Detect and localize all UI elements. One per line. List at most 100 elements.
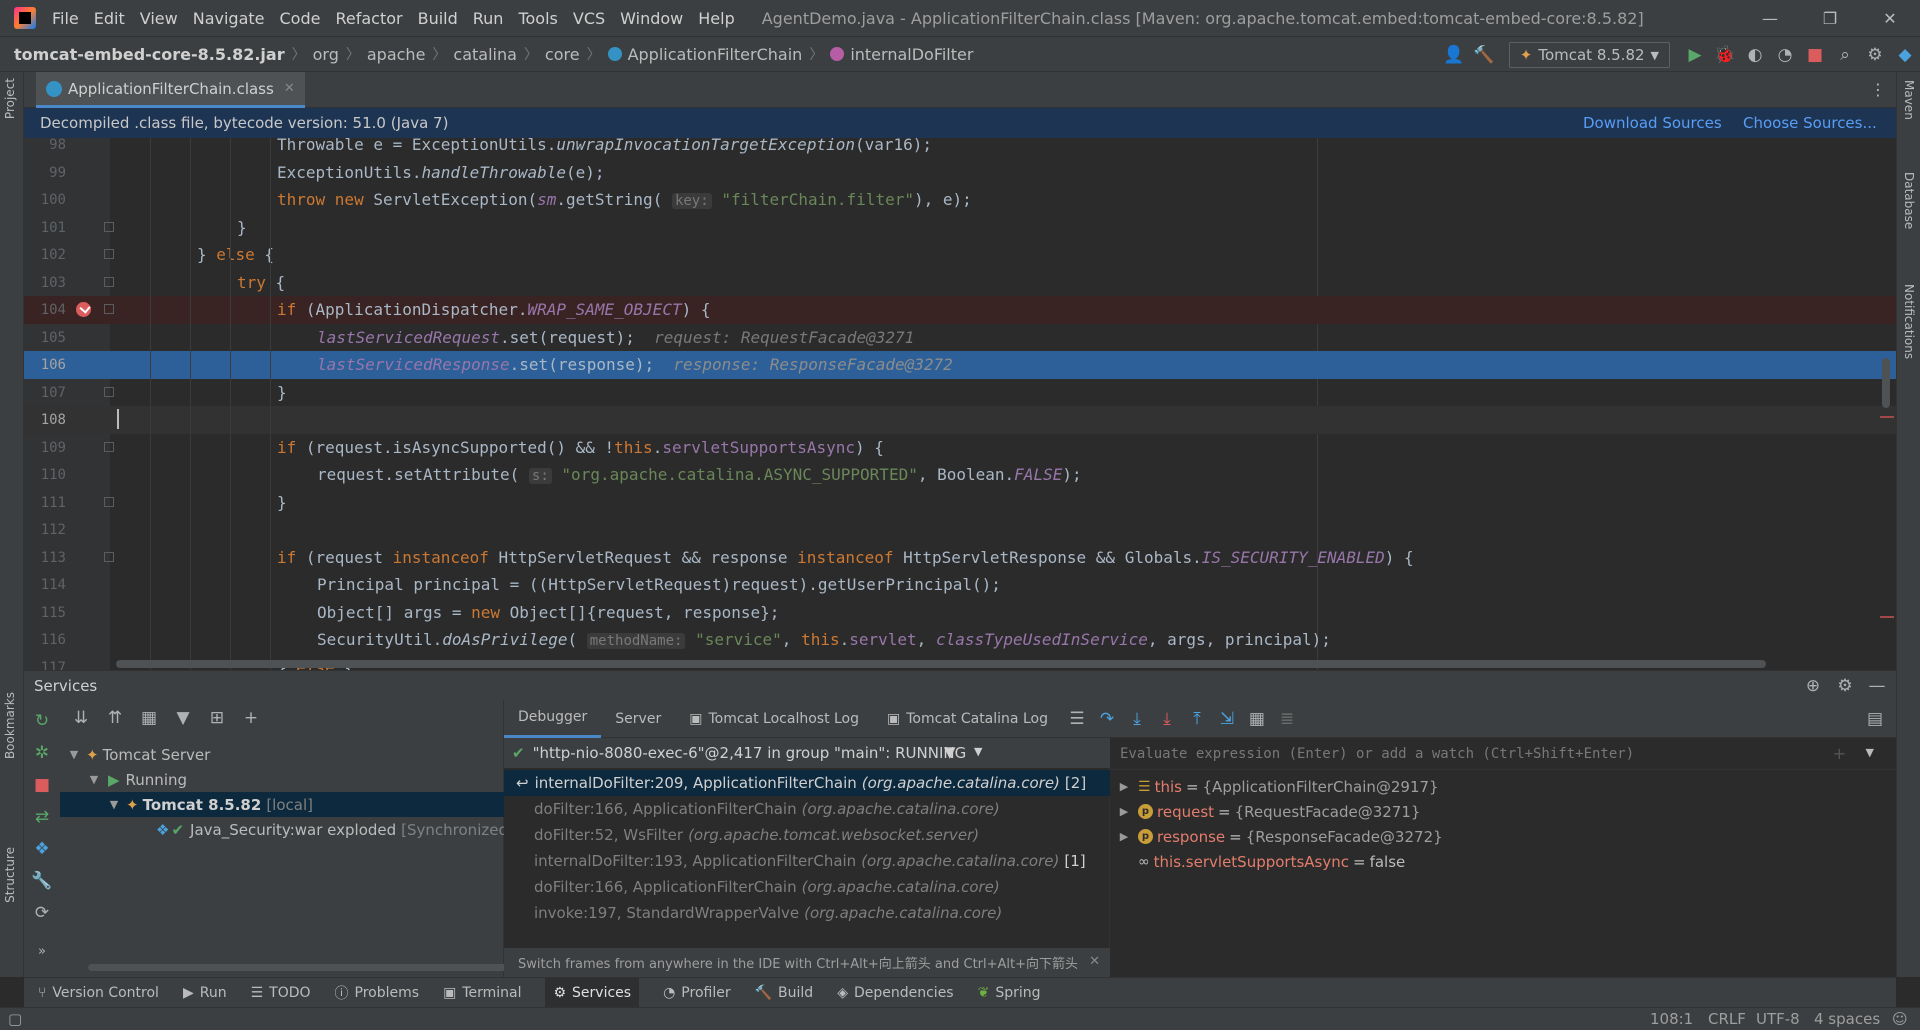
- jetbrains-toolbox-icon[interactable]: ◆: [1890, 40, 1920, 70]
- hide-panel-icon[interactable]: —: [1866, 675, 1888, 697]
- new-tab-icon[interactable]: ⊞: [204, 703, 230, 733]
- fold-marker-icon[interactable]: [104, 386, 114, 397]
- update-application-icon[interactable]: ⇄: [27, 802, 57, 832]
- breakpoint-icon[interactable]: [76, 302, 91, 317]
- restore-layout-icon[interactable]: ▤: [1860, 704, 1890, 734]
- fold-marker-icon[interactable]: [104, 496, 114, 507]
- bookmarks-tool-window-button[interactable]: Bookmarks: [3, 692, 17, 759]
- close-icon[interactable]: ✕: [1089, 954, 1100, 969]
- tool-spring[interactable]: ❦ Spring: [978, 978, 1041, 1008]
- filter-icon[interactable]: ▼: [170, 703, 196, 733]
- debug-icon[interactable]: ✲: [27, 738, 57, 768]
- notifications-tool-window-button[interactable]: Notifications: [1902, 284, 1916, 359]
- menu-help[interactable]: Help: [698, 9, 734, 28]
- run-to-cursor-icon[interactable]: ⇲: [1212, 704, 1242, 734]
- menu-window[interactable]: Window: [620, 9, 683, 28]
- layout-icon[interactable]: ☰: [1062, 704, 1092, 734]
- menu-tools[interactable]: Tools: [518, 9, 557, 28]
- gear-icon[interactable]: ⚙: [1834, 675, 1856, 697]
- choose-sources-link[interactable]: Choose Sources...: [1743, 114, 1877, 132]
- stack-frame[interactable]: doFilter:166, ApplicationFilterChain (or…: [504, 796, 1110, 822]
- breadcrumb-jar[interactable]: tomcat-embed-core-8.5.82.jar: [14, 45, 285, 64]
- code-editor[interactable]: 98 Throwable e = ExceptionUtils.unwrapInv…: [24, 138, 1896, 670]
- error-stripe-mark[interactable]: [1880, 416, 1894, 418]
- breadcrumb-method[interactable]: internalDoFilter: [830, 45, 973, 64]
- refresh-icon[interactable]: ⟳: [27, 898, 57, 928]
- chevron-down-icon[interactable]: ▼: [106, 798, 122, 811]
- close-icon[interactable]: ✕: [284, 81, 295, 96]
- tab-server[interactable]: Server: [601, 700, 675, 738]
- breadcrumb-class[interactable]: ApplicationFilterChain: [607, 45, 802, 64]
- coverage-icon[interactable]: ◐: [1740, 40, 1770, 70]
- evaluate-expression-input[interactable]: [1120, 745, 1820, 762]
- maven-tool-window-button[interactable]: Maven: [1902, 80, 1916, 120]
- tree-node-running[interactable]: ▼ ▶ Running: [60, 767, 504, 792]
- add-service-icon[interactable]: +: [238, 703, 264, 733]
- tool-terminal[interactable]: ▣ Terminal: [443, 978, 521, 1008]
- minimize-icon[interactable]: —: [1740, 0, 1800, 36]
- tool-build[interactable]: 🔨 Build: [755, 978, 814, 1008]
- rerun-icon[interactable]: ↻: [27, 706, 57, 736]
- tool-version-control[interactable]: ⑂ Version Control: [38, 978, 159, 1008]
- tool-dependencies[interactable]: ◈ Dependencies: [837, 978, 953, 1008]
- gear-icon[interactable]: ⚙: [1860, 40, 1890, 70]
- add-watch-icon[interactable]: +: [1833, 744, 1846, 763]
- editor-vertical-scrollbar[interactable]: [1882, 358, 1890, 408]
- trace-icon[interactable]: ≣: [1272, 704, 1302, 734]
- debug-icon[interactable]: 🐞: [1710, 40, 1740, 70]
- menu-run[interactable]: Run: [473, 9, 504, 28]
- fold-marker-icon[interactable]: [104, 441, 114, 452]
- menu-refactor[interactable]: Refactor: [335, 9, 402, 28]
- stack-frame[interactable]: invoke:197, StandardWrapperValve (org.ap…: [504, 900, 1110, 926]
- chevron-right-icon[interactable]: ▶: [1116, 780, 1132, 793]
- expand-all-icon[interactable]: ⇊: [68, 703, 94, 733]
- thread-selector[interactable]: ✔ "http-nio-8080-exec-6"@2,417 in group …: [504, 738, 1110, 768]
- menu-build[interactable]: Build: [418, 9, 458, 28]
- profiler-icon[interactable]: ◔: [1770, 40, 1800, 70]
- intellij-logo-icon[interactable]: [14, 7, 36, 29]
- layout-toggle-icon[interactable]: ▢: [8, 1010, 22, 1028]
- chevron-right-icon[interactable]: ▶: [1116, 805, 1132, 818]
- fold-marker-icon[interactable]: [104, 221, 114, 232]
- fold-marker-icon[interactable]: [104, 304, 114, 314]
- chevron-right-icon[interactable]: ▶: [1116, 830, 1132, 843]
- indent-setting[interactable]: 4 spaces: [1814, 1010, 1880, 1028]
- editor-horizontal-scrollbar[interactable]: [116, 660, 1766, 668]
- breadcrumb-org[interactable]: org: [313, 45, 339, 64]
- chevron-down-icon[interactable]: ▼: [974, 745, 982, 758]
- tool-todo[interactable]: ☰ TODO: [251, 978, 311, 1008]
- build-hammer-icon[interactable]: 🔨: [1469, 40, 1499, 70]
- variable-row[interactable]: ▶ ☰ this = {ApplicationFilterChain@2917}: [1110, 774, 1896, 799]
- globe-icon[interactable]: ⊕: [1802, 675, 1824, 697]
- variable-row[interactable]: ▶ p request = {RequestFacade@3271}: [1110, 799, 1896, 824]
- wrench-icon[interactable]: 🔧: [27, 866, 57, 896]
- deploy-icon[interactable]: ❖: [27, 834, 57, 864]
- database-tool-window-button[interactable]: Database: [1902, 172, 1916, 229]
- line-separator[interactable]: CRLF: [1708, 1010, 1746, 1028]
- close-window-icon[interactable]: ✕: [1860, 0, 1920, 36]
- more-vertical-icon[interactable]: ⋮: [1870, 80, 1886, 99]
- run-configuration-select[interactable]: ✦ Tomcat 8.5.82 ▼: [1508, 42, 1670, 68]
- watch-row[interactable]: ∞ this.servletSupportsAsync = false: [1110, 849, 1896, 874]
- tree-node-tomcat-instance[interactable]: ▼ ✦ Tomcat 8.5.82 [local]: [60, 792, 504, 817]
- stop-icon[interactable]: ■: [1800, 40, 1830, 70]
- filter-icon[interactable]: ▼: [944, 743, 956, 761]
- more-icon[interactable]: »: [27, 936, 57, 966]
- error-stripe-mark[interactable]: [1880, 616, 1894, 618]
- download-sources-link[interactable]: Download Sources: [1583, 114, 1722, 132]
- tool-profiler[interactable]: ◔ Profiler: [663, 978, 731, 1008]
- fold-marker-icon[interactable]: [104, 276, 114, 287]
- tab-applicationfilterchain[interactable]: ApplicationFilterChain.class ✕: [36, 72, 305, 108]
- tab-tomcat-catalina-log[interactable]: ▣ Tomcat Catalina Log: [873, 700, 1062, 738]
- stack-frame[interactable]: doFilter:166, ApplicationFilterChain (or…: [504, 874, 1110, 900]
- tool-services[interactable]: ⚙ Services: [545, 977, 640, 1008]
- step-into-icon[interactable]: ⤓: [1122, 704, 1152, 734]
- fold-marker-icon[interactable]: [104, 249, 114, 259]
- force-step-into-icon[interactable]: ⤓: [1152, 704, 1182, 734]
- tab-debugger[interactable]: Debugger: [504, 700, 602, 738]
- menu-vcs[interactable]: VCS: [573, 9, 605, 28]
- chevron-down-icon[interactable]: ▼: [1866, 746, 1874, 759]
- restore-icon[interactable]: ❐: [1800, 0, 1860, 36]
- menu-edit[interactable]: Edit: [94, 9, 125, 28]
- tree-horizontal-scrollbar[interactable]: [88, 964, 514, 971]
